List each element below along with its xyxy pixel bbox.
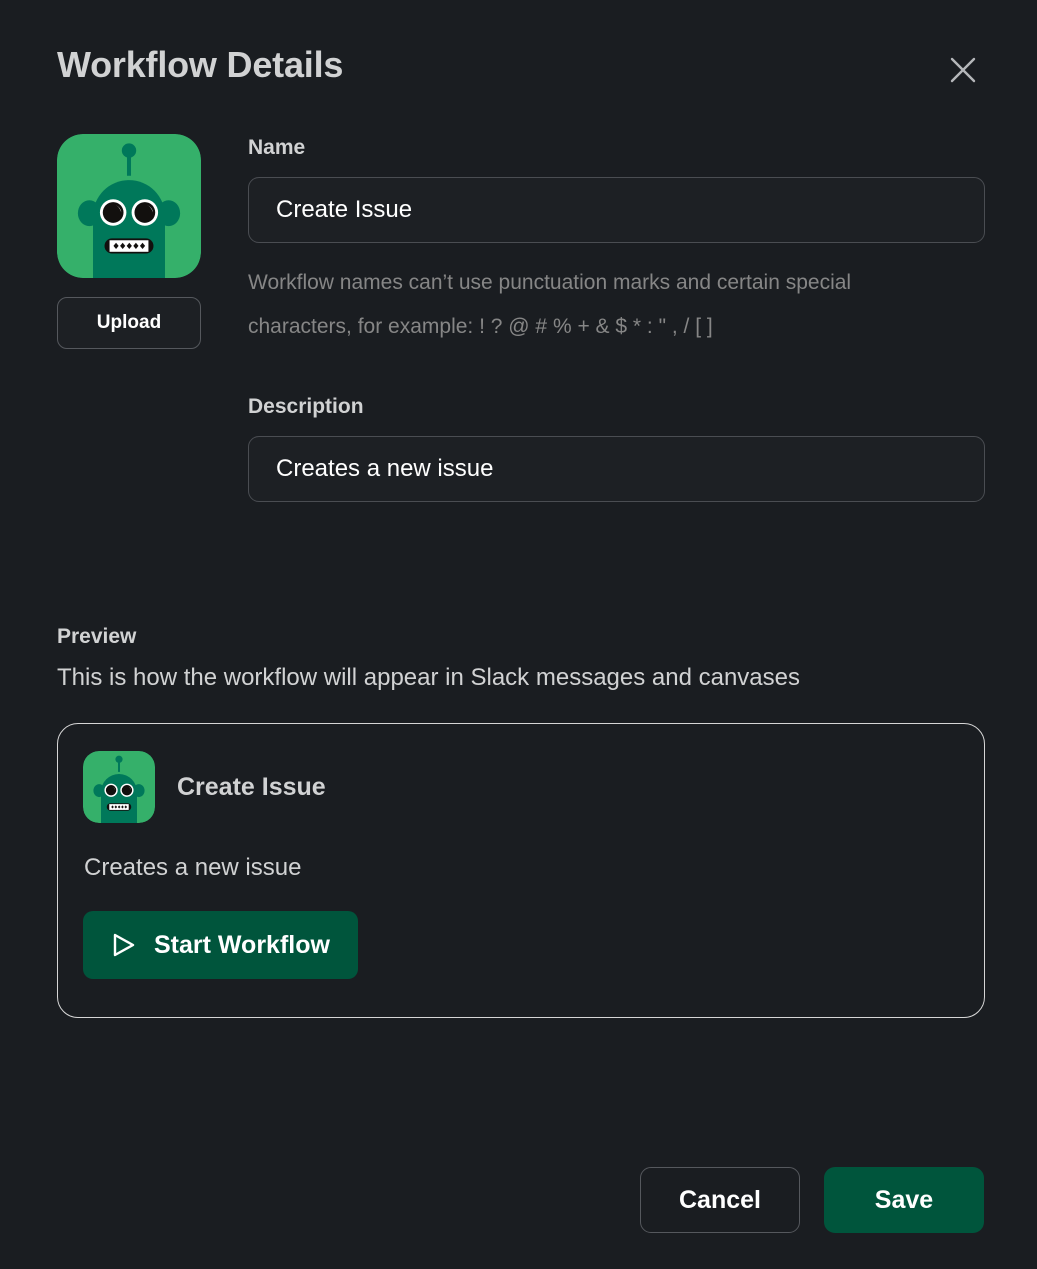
name-field-group: Name Workflow names can’t use punctuatio… <box>248 134 985 349</box>
preview-card-header: Create Issue <box>83 751 959 823</box>
dialog-footer: Cancel Save <box>640 1167 984 1233</box>
upload-button[interactable]: Upload <box>57 297 201 349</box>
workflow-details-dialog: Workflow Details Upload Name Create Issu… <box>0 0 1037 1269</box>
save-button[interactable]: Save <box>824 1167 984 1233</box>
dialog-header: Workflow Details <box>57 40 997 98</box>
page-title: Workflow Details <box>57 44 344 85</box>
robot-avatar-icon <box>57 134 201 278</box>
preview-card-description: Creates a new issue <box>84 854 302 881</box>
description-field-group: Description <box>248 393 985 502</box>
workflow-form: Name Workflow names can’t use punctuatio… <box>248 134 985 502</box>
name-input[interactable] <box>248 177 985 243</box>
preview-section: Preview This is how the workflow will ap… <box>57 622 985 1018</box>
workflow-icon-section: Upload <box>57 134 201 349</box>
description-label: Description <box>248 395 364 418</box>
close-button[interactable] <box>943 50 983 90</box>
preview-card-title: Create Issue <box>177 772 326 801</box>
start-workflow-button[interactable]: Start Workflow <box>83 911 358 979</box>
robot-avatar-icon-small <box>83 751 155 823</box>
close-icon <box>946 53 980 87</box>
name-label: Name <box>248 136 306 159</box>
preview-subtext: This is how the workflow will appear in … <box>57 664 801 691</box>
workflow-preview-card: Create Issue Creates a new issue Start W… <box>57 723 985 1018</box>
play-triangle-icon <box>111 931 137 959</box>
description-input[interactable] <box>248 436 985 502</box>
name-helper-text: Workflow names can’t use punctuation mar… <box>248 271 852 338</box>
preview-heading: Preview <box>57 625 137 648</box>
cancel-button[interactable]: Cancel <box>640 1167 800 1233</box>
start-workflow-label: Start Workflow <box>154 930 330 959</box>
